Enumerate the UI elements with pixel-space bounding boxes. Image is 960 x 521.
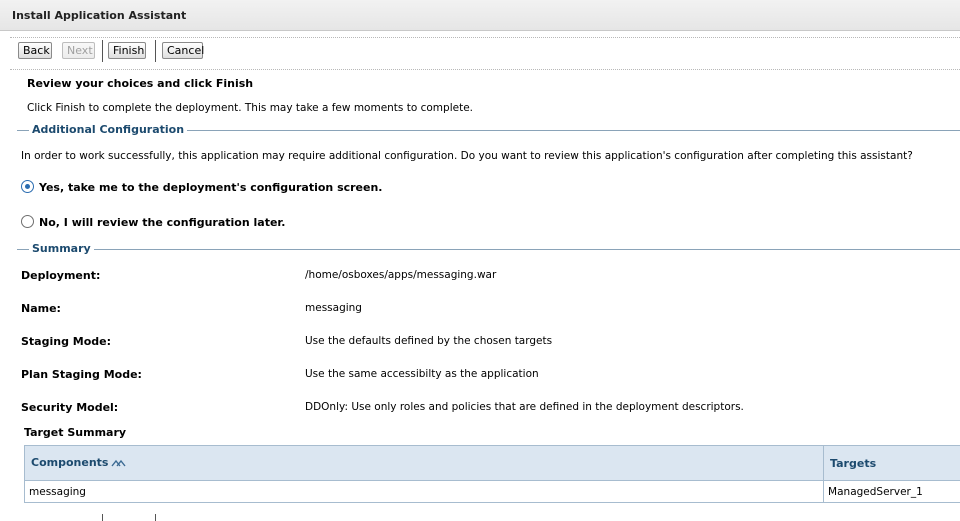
target-summary-title: Target Summary (24, 426, 127, 439)
plan-staging-mode-label: Plan Staging Mode: (21, 368, 142, 381)
name-label: Name: (21, 302, 61, 315)
components-header-label[interactable]: Components (31, 456, 108, 469)
radio-no-config[interactable] (21, 215, 34, 228)
window-title: Install Application Assistant (12, 9, 187, 22)
summary-legend: Summary (29, 242, 94, 255)
name-value: messaging (305, 302, 362, 314)
radio-yes-label[interactable]: Yes, take me to the deployment's configu… (39, 181, 383, 194)
components-column-header[interactable]: Components (23, 445, 825, 481)
toolbar-bottom-divider (10, 69, 960, 70)
toolbar-separator (155, 40, 156, 62)
additional-config-legend: Additional Configuration (29, 123, 188, 136)
bottom-toolbar-separator (102, 514, 103, 521)
targets-column-header[interactable]: Targets (823, 445, 960, 481)
staging-mode-label: Staging Mode: (21, 335, 112, 348)
next-button[interactable]: Next (62, 42, 95, 59)
table-row: messaging ManagedServer_1 (23, 480, 960, 503)
component-cell: messaging (23, 480, 825, 503)
target-cell: ManagedServer_1 (823, 480, 960, 503)
staging-mode-value: Use the defaults defined by the chosen t… (305, 335, 553, 347)
table-header-row: Components Targets (23, 445, 960, 481)
plan-staging-mode-value: Use the same accessibilty as the applica… (305, 368, 539, 380)
review-heading: Review your choices and click Finish (27, 77, 254, 90)
sort-ascending-icon[interactable] (111, 458, 126, 471)
radio-yes-config[interactable] (21, 180, 34, 193)
deployment-label: Deployment: (21, 269, 101, 282)
summary-rule (17, 249, 960, 250)
review-description: Click Finish to complete the deployment.… (27, 102, 473, 114)
bottom-toolbar-separator (155, 514, 156, 521)
additional-config-question: In order to work successfully, this appl… (21, 150, 913, 162)
target-summary-table: Components Targets messaging ManagedServ… (23, 445, 960, 503)
finish-button[interactable]: Finish (108, 42, 146, 59)
security-model-value: DDOnly: Use only roles and policies that… (305, 401, 744, 413)
cancel-button[interactable]: Cancel (162, 42, 204, 59)
radio-no-label[interactable]: No, I will review the configuration late… (39, 216, 285, 229)
targets-header-label[interactable]: Targets (830, 457, 876, 470)
security-model-label: Security Model: (21, 401, 119, 414)
toolbar-separator (102, 40, 103, 62)
deployment-value: /home/osboxes/apps/messaging.war (305, 269, 497, 281)
toolbar-top-divider (10, 37, 960, 38)
title-bar: Install Application Assistant (0, 0, 960, 31)
back-button[interactable]: Back (18, 42, 52, 59)
